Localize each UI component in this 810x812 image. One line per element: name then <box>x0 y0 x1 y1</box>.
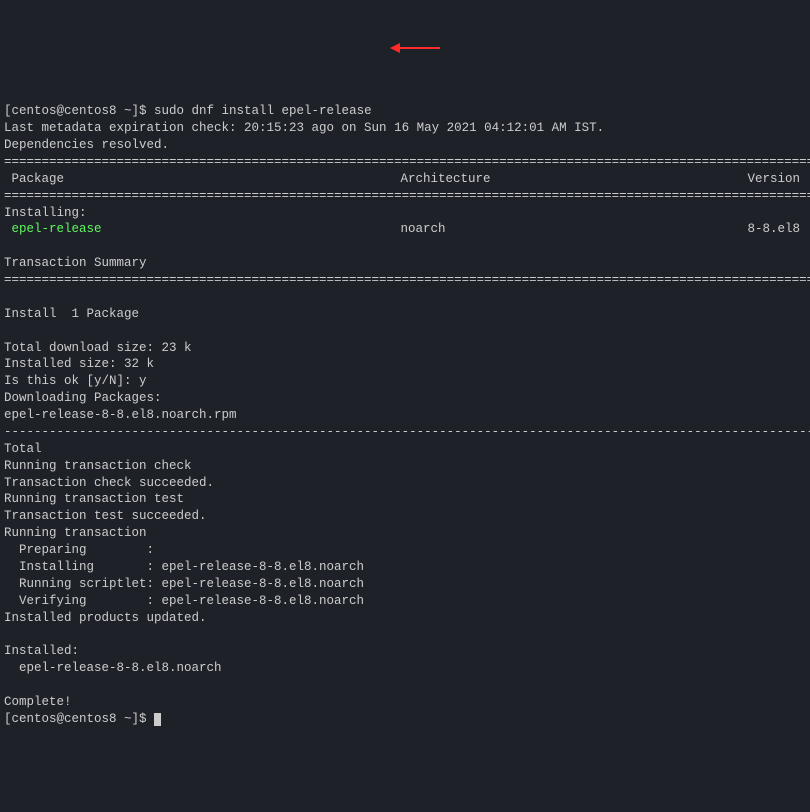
table-header-row: PackageArchitectureVersion <box>4 171 810 188</box>
table-row: epel-releasenoarch8-8.el8 <box>4 221 810 238</box>
check-succeeded: Transaction check succeeded. <box>4 476 214 490</box>
rpm-filename: epel-release-8-8.el8.noarch.rpm <box>4 408 237 422</box>
running-transaction: Running transaction <box>4 526 147 540</box>
running-check: Running transaction check <box>4 459 192 473</box>
transaction-summary-label: Transaction Summary <box>4 256 147 270</box>
header-package: Package <box>4 171 401 188</box>
package-version: 8-8.el8 <box>747 221 810 238</box>
installing-step: Installing : epel-release-8-8.el8.noarch <box>4 560 364 574</box>
installed-package: epel-release-8-8.el8.noarch <box>4 661 222 675</box>
install-count: Install 1 Package <box>4 307 139 321</box>
package-name: epel-release <box>4 221 401 238</box>
shell-prompt: [centos@centos8 ~]$ <box>4 712 154 726</box>
metadata-expiration-line: Last metadata expiration check: 20:15:23… <box>4 121 604 135</box>
terminal-output[interactable]: [centos@centos8 ~]$ sudo dnf install epe… <box>4 103 810 727</box>
divider-eq: ========================================… <box>4 154 810 171</box>
shell-prompt: [centos@centos8 ~]$ <box>4 104 154 118</box>
confirm-prompt: Is this ok [y/N]: y <box>4 374 147 388</box>
dependencies-resolved-line: Dependencies resolved. <box>4 138 169 152</box>
divider-dash: ----------------------------------------… <box>4 424 810 441</box>
verifying-step: Verifying : epel-release-8-8.el8.noarch <box>4 594 364 608</box>
preparing-step: Preparing : <box>4 543 154 557</box>
divider-eq: ========================================… <box>4 272 810 289</box>
total-label: Total <box>4 442 42 456</box>
package-arch: noarch <box>401 221 748 238</box>
products-updated: Installed products updated. <box>4 611 207 625</box>
typed-command: sudo dnf install epel-release <box>154 104 372 118</box>
test-succeeded: Transaction test succeeded. <box>4 509 207 523</box>
installed-label: Installed: <box>4 644 79 658</box>
downloading-packages: Downloading Packages: <box>4 391 162 405</box>
installing-label: Installing: <box>4 206 87 220</box>
cursor <box>154 713 161 726</box>
download-size: Total download size: 23 k <box>4 341 192 355</box>
divider-eq: ========================================… <box>4 188 810 205</box>
annotation-arrow <box>390 8 440 71</box>
installed-size: Installed size: 32 k <box>4 357 154 371</box>
header-architecture: Architecture <box>401 171 748 188</box>
complete-line: Complete! <box>4 695 72 709</box>
scriptlet-step: Running scriptlet: epel-release-8-8.el8.… <box>4 577 364 591</box>
running-test: Running transaction test <box>4 492 184 506</box>
header-version: Version <box>747 171 810 188</box>
